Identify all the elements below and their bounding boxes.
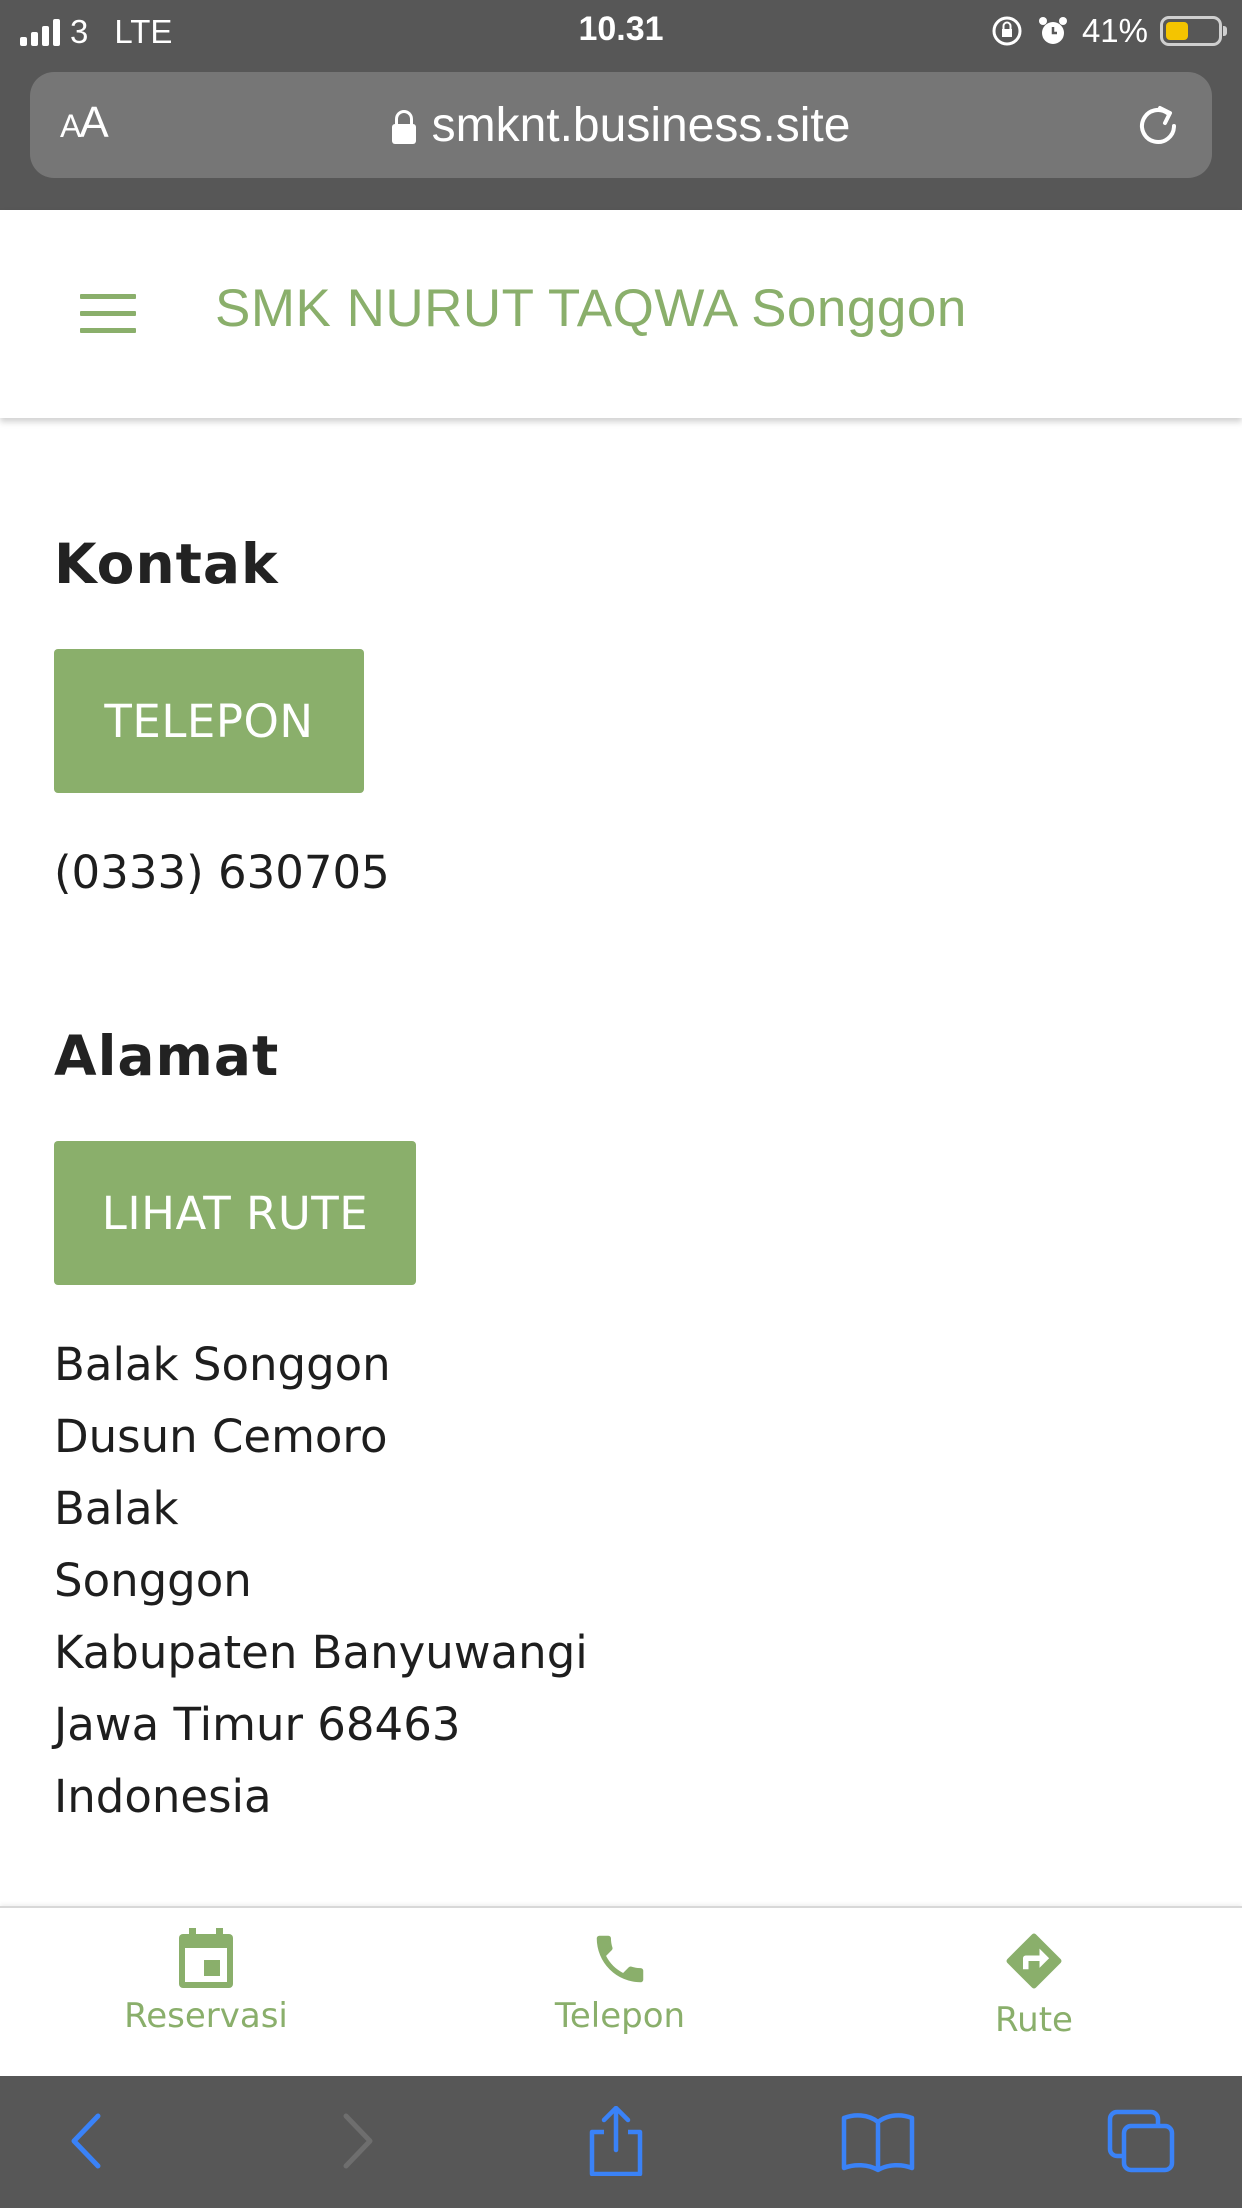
route-label: Rute xyxy=(995,2000,1073,2040)
address-heading: Alamat xyxy=(54,1024,280,1088)
address-line: Songgon xyxy=(54,1554,252,1607)
battery-icon xyxy=(1160,16,1227,46)
bookmarks-icon[interactable] xyxy=(838,2106,918,2176)
menu-icon[interactable] xyxy=(80,294,136,334)
status-right: 41% xyxy=(990,10,1227,52)
reservation-label: Reservasi xyxy=(124,1996,288,2036)
site-title[interactable]: SMK NURUT TAQWA Songgon xyxy=(215,278,967,339)
calendar-icon xyxy=(179,1928,233,1988)
call-button[interactable]: TELEPON xyxy=(54,649,364,793)
route-action[interactable]: Rute xyxy=(914,1928,1154,2040)
browser-toolbar xyxy=(0,2076,1242,2208)
contact-heading: Kontak xyxy=(54,532,279,596)
address-line: Kabupaten Banyuwangi xyxy=(54,1626,588,1679)
phone-number[interactable]: (0333) 630705 xyxy=(54,837,390,909)
action-bar: Reservasi Telepon Rute xyxy=(0,1906,1242,2078)
orientation-lock-icon xyxy=(992,16,1022,46)
lock-icon xyxy=(391,110,416,144)
reservation-action[interactable]: Reservasi xyxy=(86,1928,326,2036)
reload-icon[interactable] xyxy=(1130,98,1186,154)
view-route-button[interactable]: LIHAT RUTE xyxy=(54,1141,416,1285)
address-line: Dusun Cemoro xyxy=(54,1410,388,1463)
site-header: SMK NURUT TAQWA Songgon xyxy=(0,210,1242,418)
browser-address-area: AA smknt.business.site xyxy=(0,62,1242,210)
url-text: smknt.business.site xyxy=(431,99,851,152)
phone-icon xyxy=(596,1935,644,1983)
tabs-icon[interactable] xyxy=(1102,2106,1182,2176)
battery-percent: 41% xyxy=(1081,12,1148,49)
phone-action[interactable]: Telepon xyxy=(500,1928,740,2036)
phone-label: Telepon xyxy=(554,1996,686,2036)
url-display[interactable]: smknt.business.site xyxy=(30,98,1212,153)
back-icon[interactable] xyxy=(48,2106,128,2176)
address-bar[interactable]: AA smknt.business.site xyxy=(30,72,1212,178)
directions-icon xyxy=(1006,1933,1062,1989)
address-line: Indonesia xyxy=(54,1770,272,1823)
address-line: Balak Songgon xyxy=(54,1338,391,1391)
share-icon[interactable] xyxy=(576,2106,656,2176)
alarm-icon xyxy=(1038,17,1067,44)
address-block: Balak Songgon Dusun Cemoro Balak Songgon… xyxy=(54,1329,588,1833)
address-line: Jawa Timur 68463 xyxy=(54,1698,461,1751)
status-bar: 3 LTE 10.31 41% xyxy=(0,0,1242,62)
forward-icon[interactable] xyxy=(316,2106,396,2176)
address-line: Balak xyxy=(54,1482,179,1535)
